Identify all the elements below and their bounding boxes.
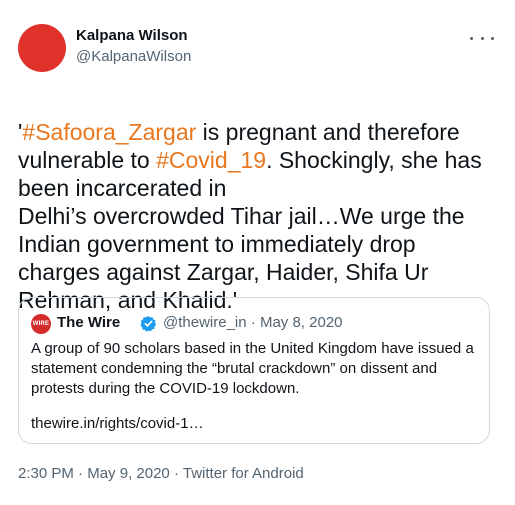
quoted-tweet[interactable]: WIRE The Wire @thewire_in · May 8, 2020 … <box>18 297 490 444</box>
quoted-handle: @thewire_in <box>163 314 247 331</box>
quoted-link[interactable]: thewire.in/rights/covid-1… <box>31 415 204 432</box>
author-name[interactable]: Kalpana Wilson <box>76 27 188 44</box>
quoted-meta: @thewire_in · May 8, 2020 <box>163 314 343 331</box>
meta-separator: · <box>250 314 256 331</box>
hashtag-covid-19[interactable]: #Covid_19 <box>156 147 266 173</box>
tweet-date[interactable]: May 9, 2020 <box>87 465 170 482</box>
tweet-footer: 2:30 PM · May 9, 2020 · Twitter for Andr… <box>18 465 304 482</box>
the-wire-logo: WIRE <box>31 314 51 334</box>
tweet-card: Kalpana Wilson @KalpanaWilson '#Safoora_… <box>0 0 515 505</box>
tweet-source[interactable]: Twitter for Android <box>183 465 304 482</box>
verified-badge-icon <box>140 316 157 332</box>
quoted-author-name: The Wire <box>57 314 121 331</box>
quoted-date: May 8, 2020 <box>259 314 343 331</box>
quoted-text: A group of 90 scholars based in the Unit… <box>31 340 474 397</box>
hashtag-safoora-zargar[interactable]: #Safoora_Zargar <box>22 119 196 145</box>
footer-separator: · <box>78 465 84 482</box>
author-handle[interactable]: @KalpanaWilson <box>76 48 191 65</box>
tweet-text: '#Safoora_Zargar is pregnant and therefo… <box>18 90 498 314</box>
avatar[interactable] <box>18 24 66 72</box>
footer-separator: · <box>173 465 179 482</box>
more-options-icon[interactable] <box>470 30 494 46</box>
tweet-time[interactable]: 2:30 PM <box>18 465 74 482</box>
